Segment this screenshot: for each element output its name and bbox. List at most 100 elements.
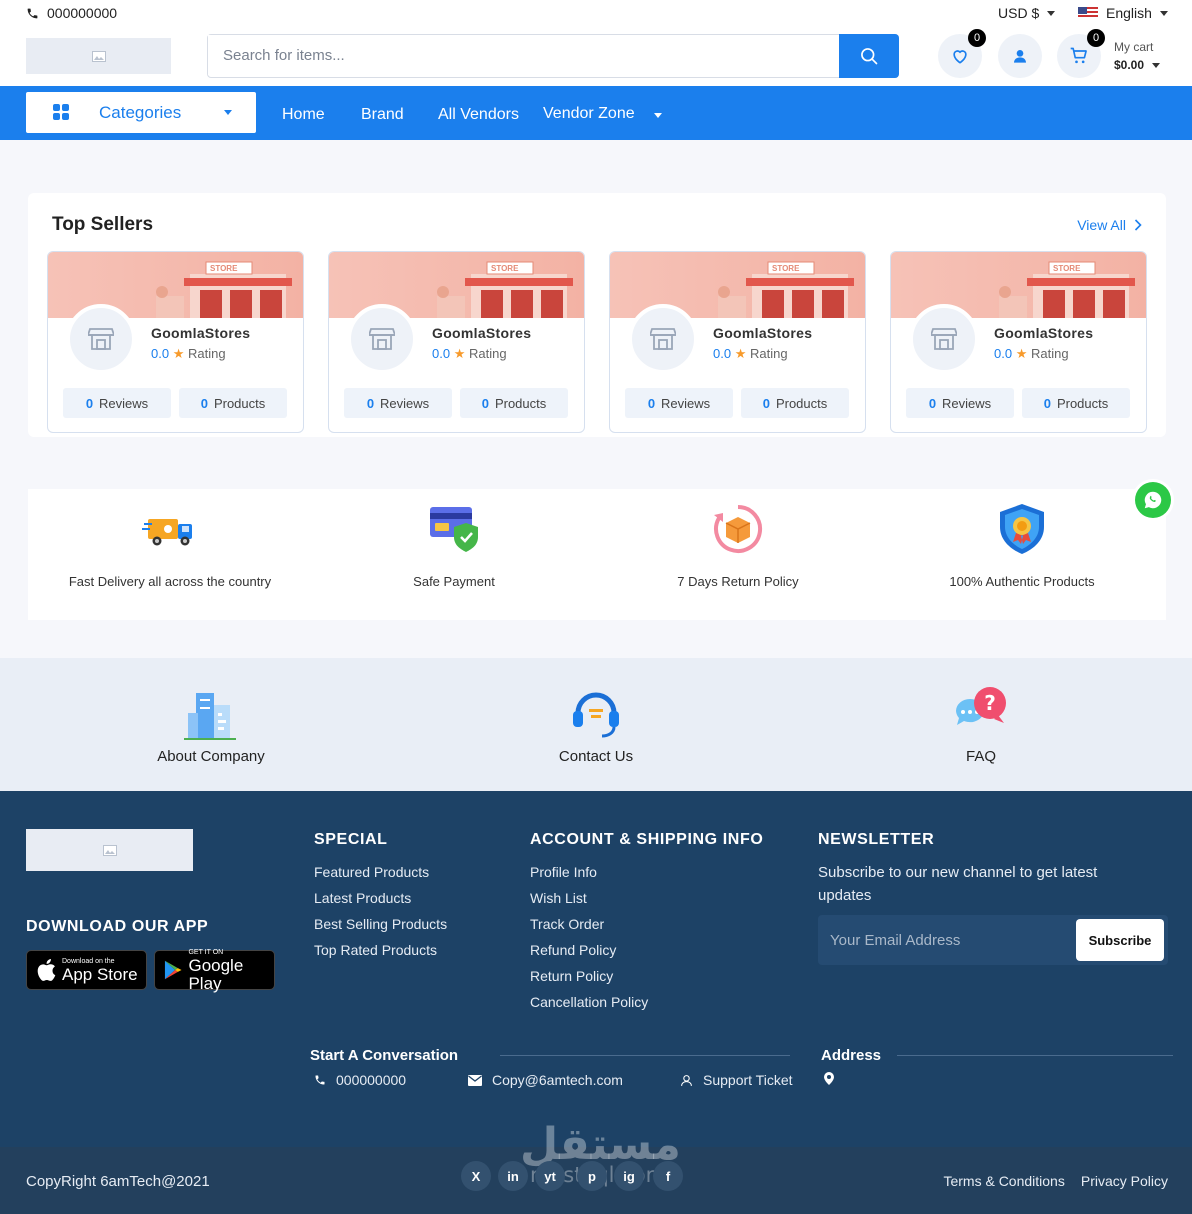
divider bbox=[500, 1055, 790, 1056]
account-button[interactable] bbox=[998, 34, 1042, 78]
footer: DOWNLOAD OUR APP Download on the App Stor… bbox=[0, 791, 1192, 1147]
categories-dropdown[interactable]: Categories bbox=[26, 92, 256, 133]
feature-item: 7 Days Return Policy bbox=[596, 489, 880, 620]
feature-item: Fast Delivery all across the country bbox=[28, 489, 312, 620]
top-bar: 000000000 USD $ English bbox=[0, 0, 1192, 27]
cart-summary[interactable]: My cart $0.00 bbox=[1114, 38, 1161, 74]
reviews-pill: 0 Reviews bbox=[63, 388, 171, 418]
faq-bubbles-icon: ? bbox=[956, 687, 1006, 725]
delivery-truck-icon bbox=[142, 519, 192, 546]
envelope-icon bbox=[468, 1074, 482, 1086]
headset-icon bbox=[573, 692, 619, 738]
seller-card[interactable]: STORE GoomlaStores 0.0 ★ Rating 0 Reviews 0 Pr… bbox=[47, 251, 304, 433]
reviews-count: 0 bbox=[928, 395, 937, 411]
facebook-icon[interactable]: f bbox=[653, 1161, 683, 1191]
google-play-icon bbox=[164, 960, 182, 980]
conversation-title: Start A Conversation bbox=[310, 1047, 459, 1064]
contact-phone[interactable]: 000000000 bbox=[314, 1072, 406, 1088]
info-link-faq[interactable]: ? FAQ bbox=[866, 658, 1096, 791]
contact-email[interactable]: Copy@6amtech.com bbox=[468, 1072, 623, 1088]
email-field[interactable] bbox=[818, 915, 1068, 965]
site-logo[interactable] bbox=[26, 38, 171, 74]
info-link-contact[interactable]: Contact Us bbox=[481, 658, 711, 791]
linkedin-icon[interactable]: in bbox=[498, 1161, 528, 1191]
subscribe-button[interactable]: Subscribe bbox=[1076, 919, 1164, 961]
footer-link[interactable]: Top Rated Products bbox=[314, 937, 447, 963]
seller-name[interactable]: GoomlaStores bbox=[994, 325, 1093, 341]
seller-name[interactable]: GoomlaStores bbox=[713, 325, 812, 341]
privacy-link[interactable]: Privacy Policy bbox=[1081, 1173, 1168, 1189]
rating-label: Rating bbox=[187, 346, 226, 361]
special-title: SPECIAL bbox=[314, 831, 388, 848]
footer-link[interactable]: Latest Products bbox=[314, 885, 447, 911]
download-app-title: DOWNLOAD OUR APP bbox=[26, 918, 209, 935]
search-input[interactable] bbox=[208, 35, 828, 75]
nav-all-vendors[interactable]: All Vendors bbox=[438, 106, 519, 124]
nav-home[interactable]: Home bbox=[282, 106, 325, 124]
rating-label: Rating bbox=[749, 346, 788, 361]
seller-card[interactable]: STORE GoomlaStores 0.0 ★ Rating 0 Reviews 0 Pr… bbox=[890, 251, 1147, 433]
footer-link[interactable]: Cancellation Policy bbox=[530, 989, 648, 1015]
svg-text:?: ? bbox=[984, 691, 996, 715]
seller-card[interactable]: STORE GoomlaStores 0.0 ★ Rating 0 Reviews 0 Pr… bbox=[328, 251, 585, 433]
rating-value: 0.0 bbox=[151, 346, 170, 361]
rating-value: 0.0 bbox=[994, 346, 1013, 361]
products-count: 0 bbox=[762, 395, 770, 411]
footer-link[interactable]: Profile Info bbox=[530, 859, 648, 885]
app-store-large: App Store bbox=[62, 964, 138, 984]
seller-avatar bbox=[909, 304, 979, 374]
chevron-down-icon[interactable] bbox=[654, 113, 662, 118]
store-icon bbox=[369, 328, 395, 350]
store-icon bbox=[88, 328, 114, 350]
search-button[interactable] bbox=[839, 34, 899, 78]
store-icon bbox=[650, 328, 676, 350]
view-all-link[interactable]: View All bbox=[1077, 217, 1142, 233]
footer-logo[interactable] bbox=[26, 829, 193, 871]
legal-links: Terms & Conditions Privacy Policy bbox=[943, 1173, 1168, 1189]
twitter-x-icon[interactable]: X bbox=[461, 1161, 491, 1191]
cart-button[interactable]: 0 bbox=[1057, 29, 1105, 78]
seller-name[interactable]: GoomlaStores bbox=[432, 325, 531, 341]
footer-link[interactable]: Track Order bbox=[530, 911, 648, 937]
chevron-down-icon bbox=[1047, 10, 1056, 16]
footer-link[interactable]: Best Selling Products bbox=[314, 911, 447, 937]
instagram-icon[interactable]: ig bbox=[614, 1161, 644, 1191]
chevron-down-icon bbox=[224, 110, 232, 115]
nav-vendor-zone[interactable]: Vendor Zone bbox=[543, 105, 635, 123]
whatsapp-button[interactable] bbox=[1135, 482, 1171, 518]
star-icon: ★ bbox=[453, 346, 466, 361]
categories-label: Categories bbox=[99, 103, 182, 122]
seller-card[interactable]: STORE GoomlaStores 0.0 ★ Rating 0 Reviews 0 Pr… bbox=[609, 251, 866, 433]
language-select[interactable]: English bbox=[1078, 5, 1168, 21]
us-flag-icon bbox=[1078, 7, 1098, 19]
pinterest-icon[interactable]: p bbox=[577, 1161, 607, 1191]
info-link-about[interactable]: About Company bbox=[96, 658, 326, 791]
support-ticket-link[interactable]: Support Ticket bbox=[680, 1072, 793, 1088]
terms-link[interactable]: Terms & Conditions bbox=[943, 1173, 1064, 1189]
wishlist-button[interactable]: 0 bbox=[938, 29, 986, 78]
footer-link[interactable]: Refund Policy bbox=[530, 937, 648, 963]
footer-link[interactable]: Wish List bbox=[530, 885, 648, 911]
seller-rating: 0.0 ★ Rating bbox=[432, 346, 507, 362]
footer-link[interactable]: Return Policy bbox=[530, 963, 648, 989]
nav-brand[interactable]: Brand bbox=[361, 106, 404, 124]
divider bbox=[897, 1055, 1173, 1056]
topbar-phone[interactable]: 000000000 bbox=[26, 5, 117, 21]
google-play-button[interactable]: GET IT ON Google Play bbox=[154, 949, 275, 992]
special-links: Featured Products Latest Products Best S… bbox=[314, 859, 447, 963]
youtube-icon[interactable]: yt bbox=[535, 1161, 565, 1191]
info-link-text: FAQ bbox=[965, 748, 996, 765]
rating-value: 0.0 bbox=[432, 346, 451, 361]
seller-name[interactable]: GoomlaStores bbox=[151, 325, 250, 341]
app-store-button[interactable]: Download on the App Store bbox=[26, 950, 147, 990]
seller-avatar bbox=[628, 304, 698, 374]
support-ticket-text: Support Ticket bbox=[703, 1072, 793, 1088]
currency-select[interactable]: USD $ bbox=[998, 5, 1056, 21]
account-title: ACCOUNT & SHIPPING INFO bbox=[530, 831, 764, 848]
rating-value: 0.0 bbox=[713, 346, 732, 361]
contact-phone-text: 000000000 bbox=[336, 1072, 407, 1088]
feature-item: Safe Payment bbox=[312, 489, 596, 620]
products-pill: 0 Products bbox=[1022, 388, 1130, 418]
footer-link[interactable]: Featured Products bbox=[314, 859, 447, 885]
store-sign: STORE bbox=[1053, 264, 1081, 273]
